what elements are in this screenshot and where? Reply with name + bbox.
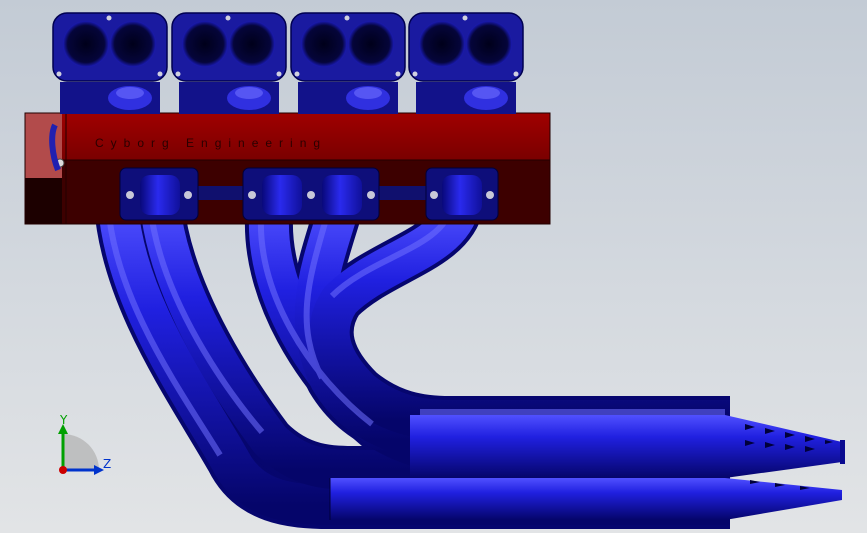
throttle-body-1[interactable] [52, 12, 168, 114]
collector-lower[interactable] [329, 478, 842, 520]
throttle-body-4[interactable] [408, 12, 524, 114]
graphics-viewport[interactable]: Cyborg Engineering Y Z [0, 0, 867, 533]
flange-1[interactable] [119, 167, 199, 221]
throttle-body-2[interactable] [171, 12, 287, 114]
y-axis-label: Y [60, 413, 68, 427]
flange-2[interactable] [242, 167, 380, 221]
header-flanges[interactable] [119, 167, 499, 221]
collector-upper[interactable] [410, 415, 845, 478]
throttle-body-3[interactable] [290, 12, 406, 114]
engraving-text: Cyborg Engineering [95, 136, 327, 150]
z-axis-label: Z [103, 457, 112, 471]
header-manifold-model[interactable]: Cyborg Engineering [0, 0, 867, 533]
flange-3[interactable] [425, 167, 499, 221]
x-axis-origin [59, 466, 67, 474]
throttle-bodies[interactable] [52, 12, 524, 114]
reference-triad: Y Z [48, 412, 118, 482]
